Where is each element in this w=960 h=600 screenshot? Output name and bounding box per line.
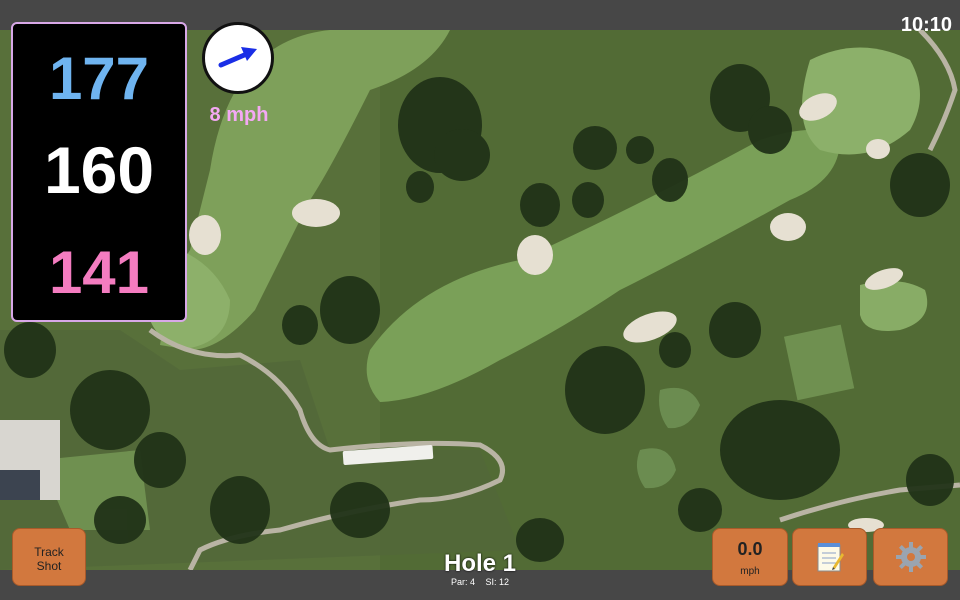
wind-speed-button[interactable]: 0.0 mph xyxy=(712,528,788,586)
wind-direction-indicator xyxy=(202,22,274,94)
distance-front: 141 xyxy=(48,239,150,306)
notepad-icon xyxy=(817,543,844,572)
notes-button[interactable] xyxy=(792,528,867,586)
distance-center: 160 xyxy=(43,133,155,207)
distance-back: 177 xyxy=(48,45,150,112)
settings-button[interactable] xyxy=(873,528,948,586)
gear-icon xyxy=(895,542,926,572)
track-shot-label-line1: Track xyxy=(34,545,64,559)
track-shot-button[interactable]: Track Shot xyxy=(12,528,86,586)
distance-panel: 177 160 141 xyxy=(11,22,187,322)
hole-stroke-index: SI: 12 xyxy=(485,577,510,587)
wind-arrow-icon xyxy=(218,47,257,68)
hole-title: Hole 1 xyxy=(443,550,517,577)
wind-speed-unit: mph xyxy=(740,566,760,577)
track-shot-label-line2: Shot xyxy=(36,559,62,573)
track-shot-label: Track Shot xyxy=(13,545,85,573)
wind-speed-value: 0.0 xyxy=(737,539,763,559)
hole-par: Par: 4 xyxy=(450,577,475,587)
clock-time: 10:10 xyxy=(900,14,952,36)
hole-info: Par: 4 SI: 12 xyxy=(380,577,580,587)
wind-speed-label: 8 mph xyxy=(209,104,269,126)
